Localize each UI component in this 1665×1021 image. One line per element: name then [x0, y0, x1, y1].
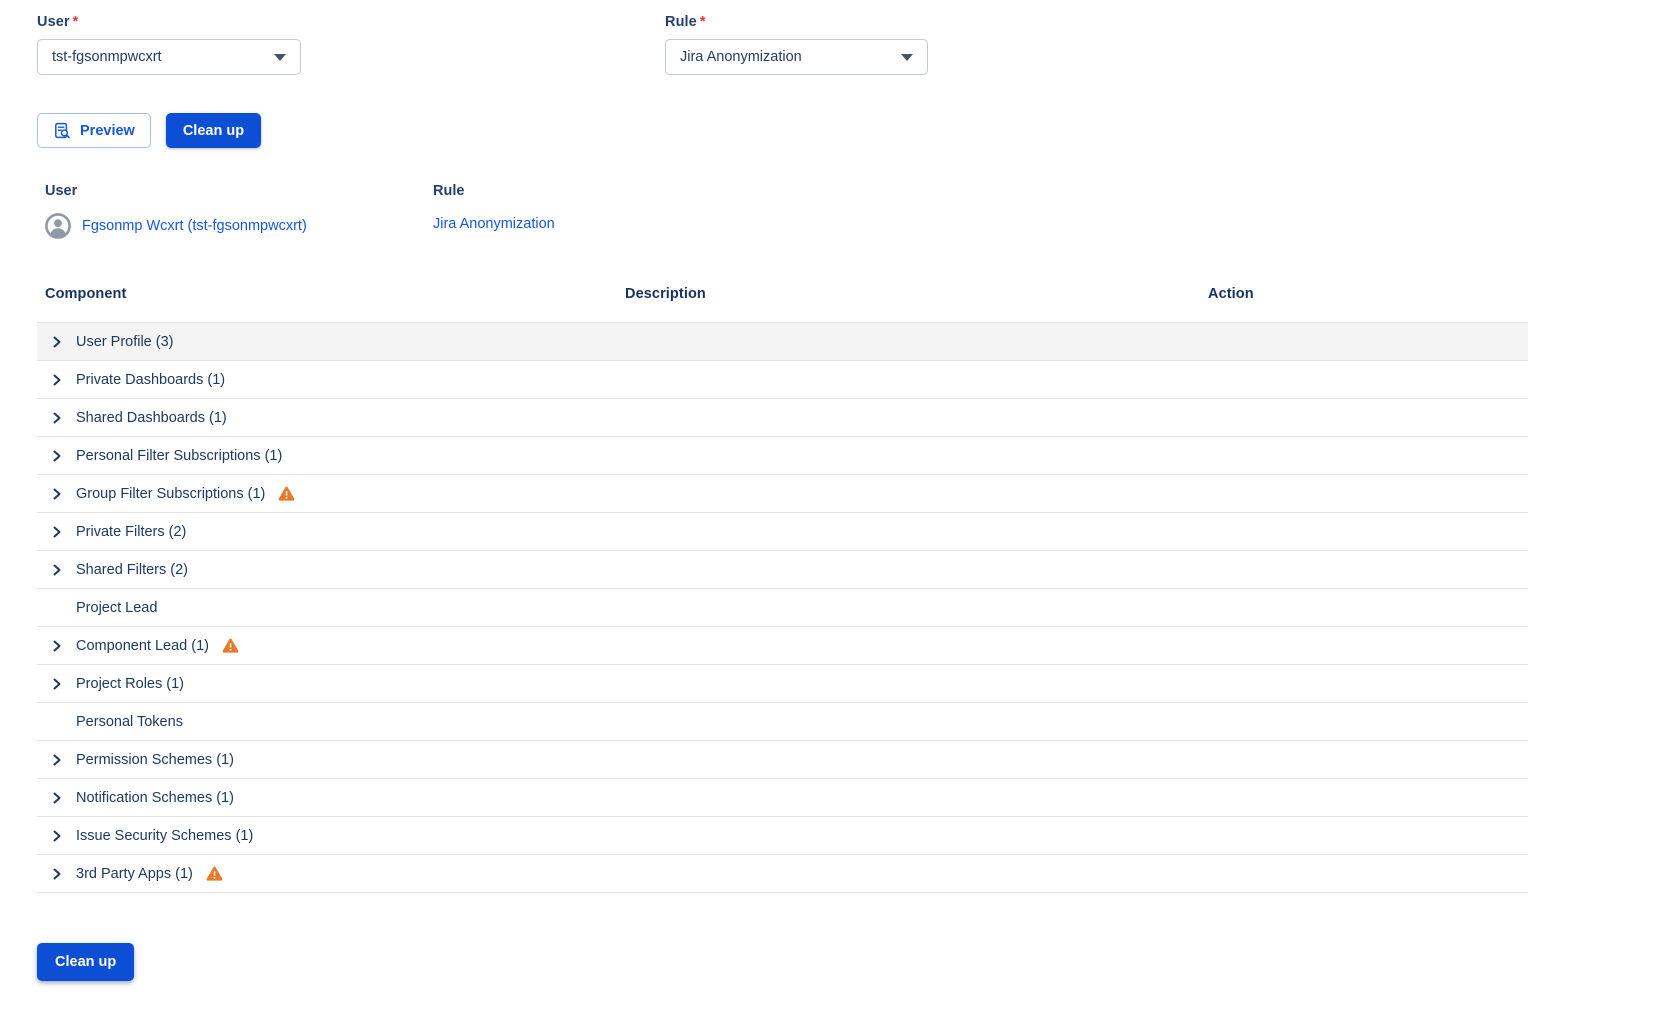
- user-avatar-icon: [45, 213, 71, 239]
- table-row[interactable]: Group Filter Subscriptions (1): [37, 475, 1528, 513]
- warning-icon: [206, 866, 223, 881]
- component-label: Group Filter Subscriptions (1): [76, 486, 265, 502]
- component-label: Project Lead: [76, 600, 157, 616]
- summary-rule-column: Rule Jira Anonymization: [433, 183, 555, 239]
- summary-user-row: Fgsonmp Wcxrt (tst-fgsonmpwcxrt): [45, 213, 433, 239]
- table-row[interactable]: Shared Dashboards (1): [37, 399, 1528, 437]
- chevron-right-icon[interactable]: [51, 526, 63, 538]
- component-label: 3rd Party Apps (1): [76, 866, 193, 882]
- user-select-value: tst-fgsonmpwcxrt: [52, 49, 162, 65]
- table-row[interactable]: Private Dashboards (1): [37, 361, 1528, 399]
- rule-select[interactable]: Jira Anonymization: [665, 39, 928, 75]
- table-row[interactable]: Shared Filters (2): [37, 551, 1528, 589]
- user-profile-link[interactable]: Fgsonmp Wcxrt (tst-fgsonmpwcxrt): [82, 218, 307, 234]
- table-row[interactable]: Private Filters (2): [37, 513, 1528, 551]
- chevron-right-icon[interactable]: [51, 374, 63, 386]
- chevron-down-icon: [901, 54, 913, 61]
- component-label: Issue Security Schemes (1): [76, 828, 253, 844]
- table-row[interactable]: Personal Filter Subscriptions (1): [37, 437, 1528, 475]
- required-asterisk: *: [700, 14, 706, 30]
- chevron-right-icon[interactable]: [51, 488, 63, 500]
- component-label: Shared Dashboards (1): [76, 410, 227, 426]
- table-row[interactable]: Personal Tokens: [37, 703, 1528, 741]
- chevron-right-icon[interactable]: [51, 450, 63, 462]
- component-label: Private Dashboards (1): [76, 372, 225, 388]
- user-field: User* tst-fgsonmpwcxrt: [37, 14, 301, 75]
- component-label: Notification Schemes (1): [76, 790, 234, 806]
- summary-user-column: User Fgsonmp Wcxrt (tst-fgsonmpwcxrt): [45, 183, 433, 239]
- component-label: Private Filters (2): [76, 524, 186, 540]
- rule-select-value: Jira Anonymization: [680, 49, 802, 65]
- preview-button[interactable]: Preview: [37, 113, 151, 148]
- table-row[interactable]: Component Lead (1): [37, 627, 1528, 665]
- table-row[interactable]: Project Lead: [37, 589, 1528, 627]
- table-row[interactable]: 3rd Party Apps (1): [37, 855, 1528, 893]
- chevron-right-icon[interactable]: [51, 640, 63, 652]
- table-row[interactable]: Issue Security Schemes (1): [37, 817, 1528, 855]
- rule-link[interactable]: Jira Anonymization: [433, 216, 555, 232]
- chevron-right-icon[interactable]: [51, 336, 63, 348]
- column-header-description: Description: [625, 286, 706, 302]
- cleanup-button-bottom-label: Clean up: [55, 954, 116, 970]
- warning-icon: [222, 638, 239, 653]
- cleanup-button-top-label: Clean up: [183, 123, 244, 139]
- table-header-row: Component Description Action: [37, 286, 1528, 304]
- rule-field-label: Rule*: [665, 14, 928, 30]
- rule-field: Rule* Jira Anonymization: [665, 14, 928, 75]
- chevron-right-icon[interactable]: [51, 868, 63, 880]
- component-label: Personal Tokens: [76, 714, 183, 730]
- table-row[interactable]: Permission Schemes (1): [37, 741, 1528, 779]
- component-label: Personal Filter Subscriptions (1): [76, 448, 282, 464]
- component-label: Shared Filters (2): [76, 562, 188, 578]
- cleanup-page: User* tst-fgsonmpwcxrt Rule* Jira Anonym…: [0, 0, 1665, 1021]
- user-select[interactable]: tst-fgsonmpwcxrt: [37, 39, 301, 75]
- chevron-right-icon[interactable]: [51, 564, 63, 576]
- required-asterisk: *: [73, 14, 79, 30]
- preview-button-label: Preview: [80, 123, 135, 139]
- chevron-down-icon: [274, 54, 286, 61]
- preview-document-search-icon: [53, 122, 71, 140]
- warning-icon: [278, 486, 295, 501]
- cleanup-button-top[interactable]: Clean up: [166, 113, 261, 148]
- cleanup-button-bottom[interactable]: Clean up: [37, 943, 134, 981]
- column-header-action: Action: [1208, 286, 1254, 302]
- chevron-right-icon[interactable]: [51, 830, 63, 842]
- selection-summary: User Fgsonmp Wcxrt (tst-fgsonmpwcxrt) Ru…: [45, 183, 555, 239]
- table-row[interactable]: Notification Schemes (1): [37, 779, 1528, 817]
- action-buttons: Preview Clean up: [37, 113, 261, 148]
- chevron-right-icon[interactable]: [51, 754, 63, 766]
- component-table-body: User Profile (3) Private Dashboards (1) …: [37, 322, 1528, 893]
- component-label: User Profile (3): [76, 334, 174, 350]
- component-label: Project Roles (1): [76, 676, 184, 692]
- component-label: Component Lead (1): [76, 638, 209, 654]
- chevron-right-icon[interactable]: [51, 412, 63, 424]
- chevron-right-icon[interactable]: [51, 678, 63, 690]
- chevron-right-icon[interactable]: [51, 792, 63, 804]
- column-header-component: Component: [45, 286, 126, 302]
- table-row[interactable]: User Profile (3): [37, 323, 1528, 361]
- summary-user-heading: User: [45, 183, 433, 199]
- table-row[interactable]: Project Roles (1): [37, 665, 1528, 703]
- summary-rule-heading: Rule: [433, 183, 555, 199]
- component-label: Permission Schemes (1): [76, 752, 234, 768]
- user-field-label: User*: [37, 14, 301, 30]
